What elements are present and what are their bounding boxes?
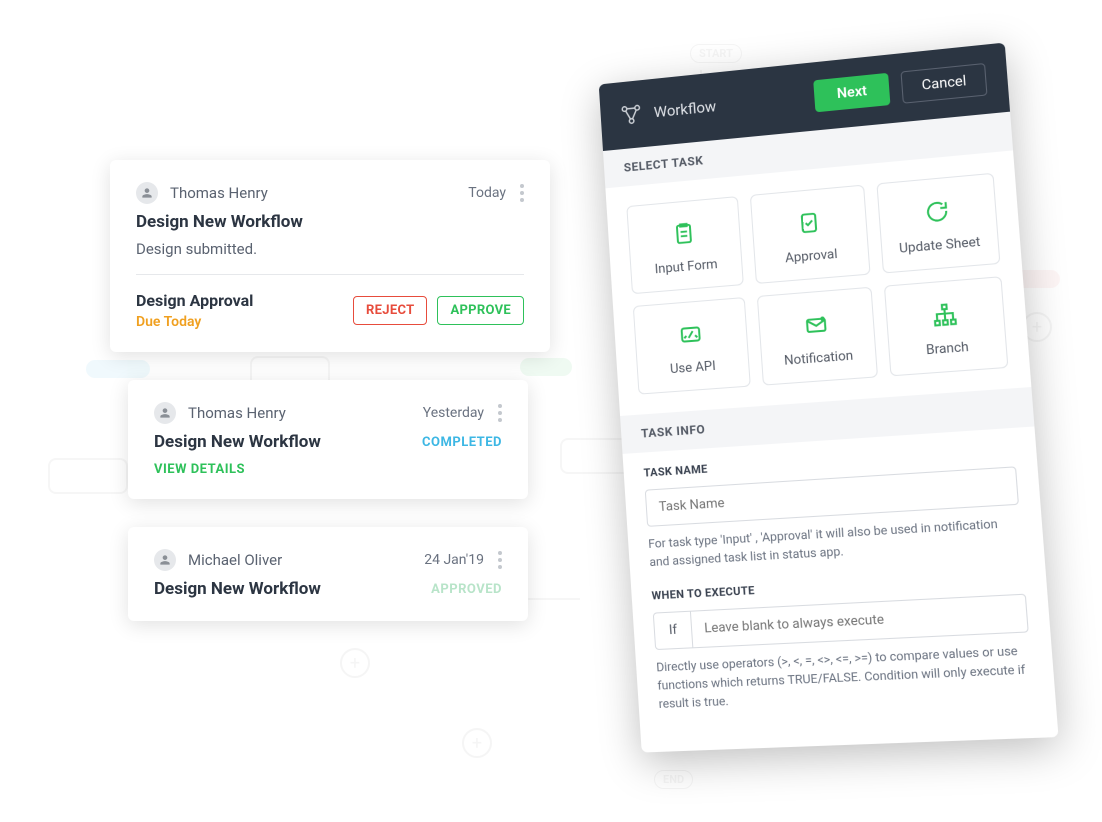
condition-input[interactable] bbox=[691, 595, 1028, 648]
clipboard-icon bbox=[670, 219, 698, 249]
avatar bbox=[136, 182, 158, 204]
view-details-link[interactable]: VIEW DETAILS bbox=[154, 462, 502, 477]
check-shield-icon bbox=[795, 208, 824, 238]
more-menu-icon[interactable] bbox=[520, 184, 524, 202]
task-type-input-form[interactable]: Input Form bbox=[626, 196, 744, 294]
user-name: Thomas Henry bbox=[188, 404, 286, 422]
refresh-sheet-icon bbox=[922, 196, 951, 227]
approve-button[interactable]: APPROVE bbox=[437, 296, 524, 325]
more-menu-icon[interactable] bbox=[498, 404, 502, 422]
if-prefix: If bbox=[654, 612, 694, 649]
start-node: START bbox=[690, 44, 742, 63]
card-date: Today bbox=[468, 185, 506, 201]
cancel-button[interactable]: Cancel bbox=[901, 63, 988, 104]
status-badge: APPROVED bbox=[431, 582, 502, 597]
due-label: Due Today bbox=[136, 314, 253, 330]
user-name: Michael Oliver bbox=[188, 551, 282, 569]
card-title: Design New Workflow bbox=[154, 579, 321, 599]
user-name: Thomas Henry bbox=[170, 184, 268, 202]
task-card: Thomas Henry Yesterday Design New Workfl… bbox=[128, 380, 528, 499]
avatar bbox=[154, 549, 176, 571]
card-date: Yesterday bbox=[423, 405, 484, 421]
task-type-notification[interactable]: Notification bbox=[757, 287, 878, 386]
avatar bbox=[154, 402, 176, 424]
task-type-update-sheet[interactable]: Update Sheet bbox=[876, 173, 1000, 274]
panel-title: Workflow bbox=[653, 97, 716, 121]
next-button[interactable]: Next bbox=[813, 73, 890, 113]
task-type-approval[interactable]: Approval bbox=[750, 185, 871, 284]
workflow-panel: Workflow Next Cancel SELECT TASK Input F… bbox=[599, 43, 1059, 753]
mail-icon bbox=[802, 310, 831, 340]
card-date: 24 Jan'19 bbox=[424, 552, 484, 568]
task-type-branch[interactable]: Branch bbox=[884, 276, 1009, 376]
card-title: Design New Workflow bbox=[136, 212, 524, 232]
branch-icon bbox=[930, 299, 959, 330]
end-node: END bbox=[654, 770, 693, 789]
more-menu-icon[interactable] bbox=[498, 551, 502, 569]
task-card: Thomas Henry Today Design New Workflow D… bbox=[110, 160, 550, 352]
card-message: Design submitted. bbox=[136, 240, 524, 258]
workflow-icon bbox=[620, 103, 643, 127]
when-help: Directly use operators (>, <, =, <>, <=,… bbox=[656, 641, 1034, 713]
task-card: Michael Oliver 24 Jan'19 Design New Work… bbox=[128, 527, 528, 621]
task-type-use-api[interactable]: Use API bbox=[633, 297, 751, 395]
approval-title: Design Approval bbox=[136, 291, 253, 310]
status-badge: COMPLETED bbox=[422, 435, 502, 450]
card-title: Design New Workflow bbox=[154, 432, 321, 452]
reject-button[interactable]: REJECT bbox=[353, 296, 427, 325]
api-icon bbox=[677, 320, 705, 350]
